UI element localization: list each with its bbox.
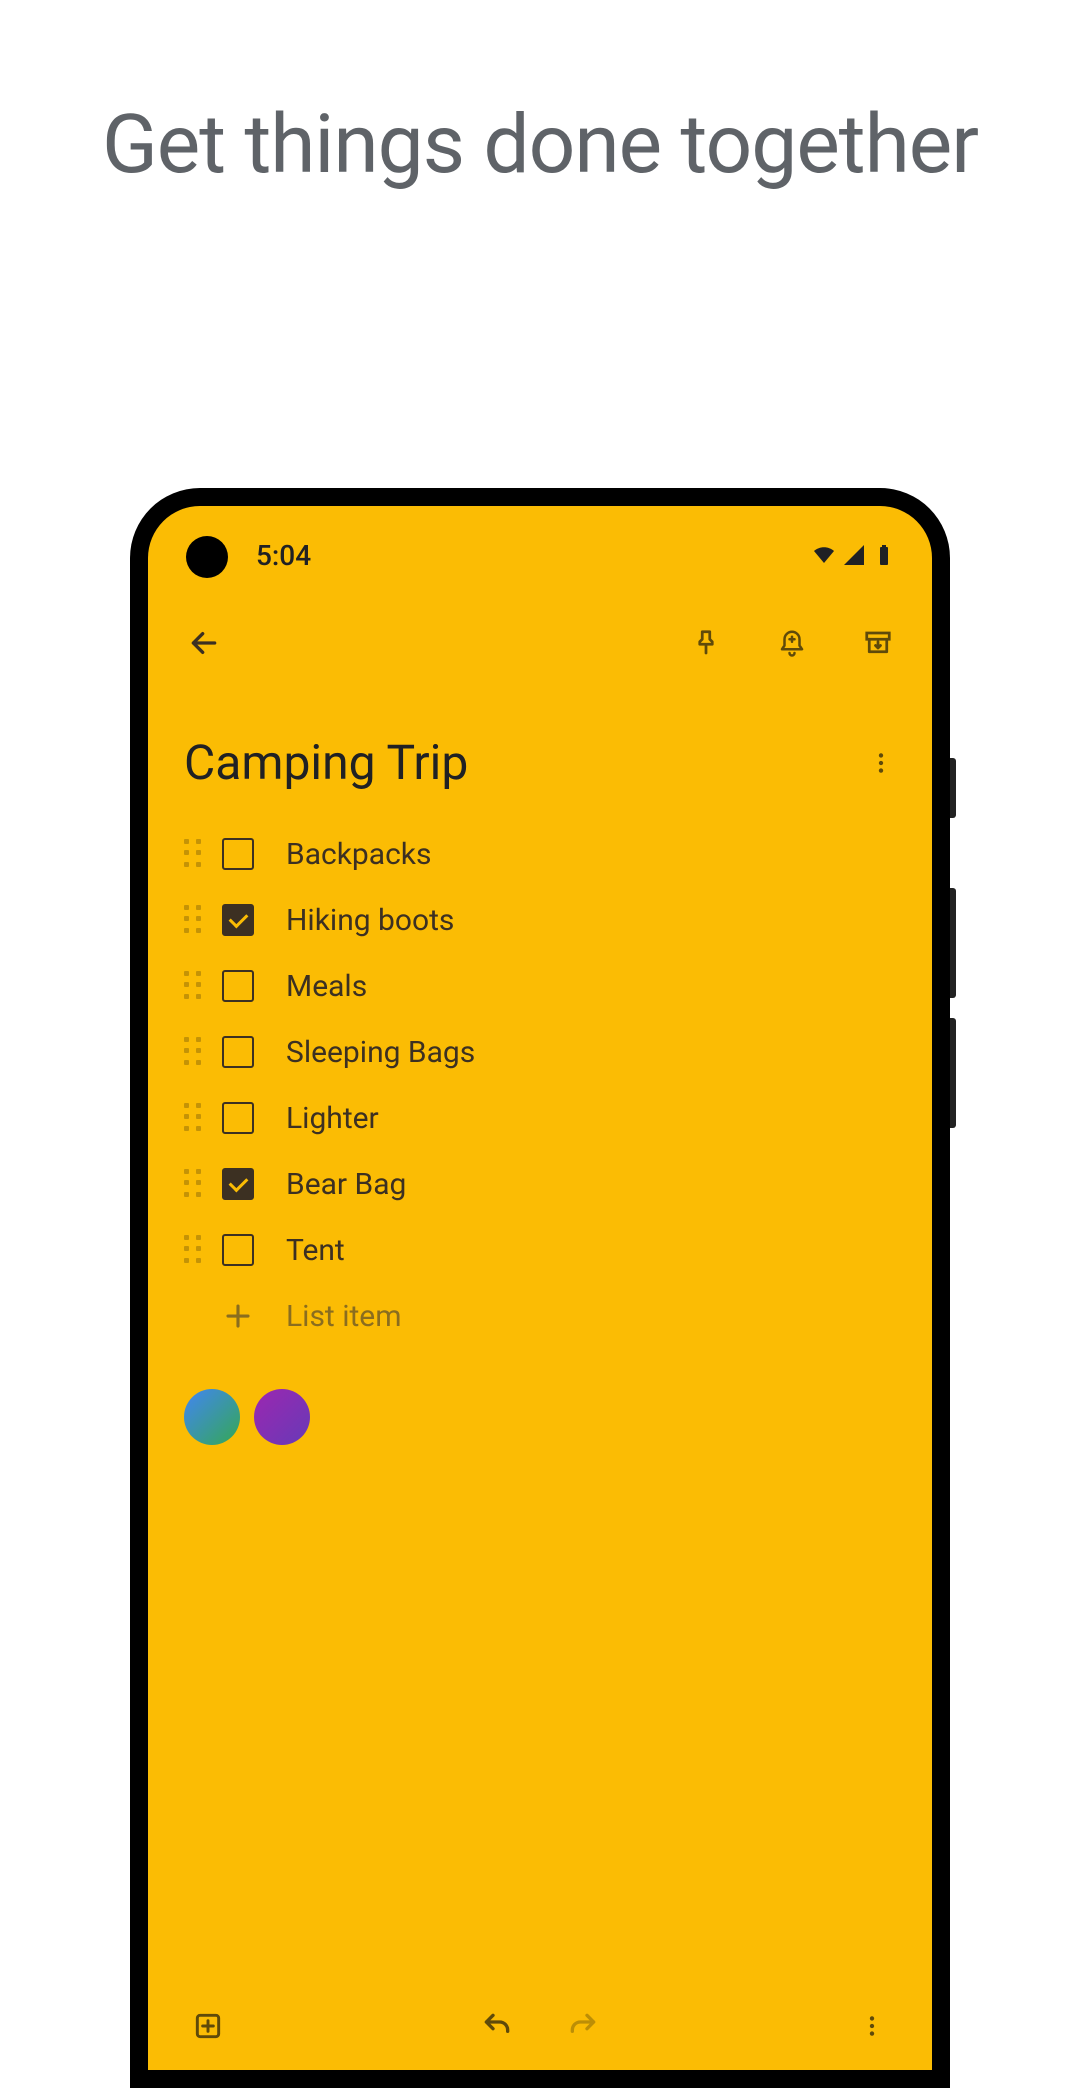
checklist-item[interactable]: Lighter [184,1085,896,1151]
more-options-button[interactable] [854,2008,890,2044]
add-item-row[interactable]: List item [184,1283,896,1349]
add-content-button[interactable] [190,2008,226,2044]
phone-side-button [950,758,956,818]
phone-side-button [950,1018,956,1128]
drag-handle-icon[interactable] [184,1235,204,1265]
camera-hole [186,536,228,578]
note-toolbar [148,574,932,664]
more-vert-icon [859,2013,885,2039]
collaborators[interactable] [148,1349,932,1485]
battery-icon [872,543,896,567]
checkbox[interactable] [222,838,254,870]
status-time: 5:04 [256,539,311,572]
checklist-item[interactable]: Hiking boots [184,887,896,953]
checklist-item[interactable]: Meals [184,953,896,1019]
avatar[interactable] [254,1389,310,1445]
checklist: Backpacks Hiking boots Meals Sleeping Ba… [148,821,932,1349]
archive-icon [863,628,893,658]
phone-side-button [950,888,956,998]
redo-button[interactable] [565,2008,601,2044]
phone-screen: 5:04 [148,506,932,2070]
plus-icon [222,1300,254,1332]
item-label[interactable]: Sleeping Bags [286,1035,475,1070]
signal-icon [842,543,866,567]
add-box-icon [192,2010,224,2042]
more-vert-icon [868,750,894,776]
item-label[interactable]: Lighter [286,1101,379,1136]
checklist-item[interactable]: Bear Bag [184,1151,896,1217]
list-menu-button[interactable] [866,748,896,778]
item-label[interactable]: Bear Bag [286,1167,406,1202]
archive-button[interactable] [860,625,896,661]
pin-button[interactable] [688,625,724,661]
checkbox[interactable] [222,904,254,936]
checkbox[interactable] [222,1036,254,1068]
item-label[interactable]: Meals [286,969,367,1004]
back-button[interactable] [184,623,224,663]
note-title[interactable]: Camping Trip [184,734,468,791]
checklist-item[interactable]: Sleeping Bags [184,1019,896,1085]
status-bar: 5:04 [148,506,932,574]
drag-handle-icon[interactable] [184,971,204,1001]
checkbox[interactable] [222,1234,254,1266]
wifi-icon [812,543,836,567]
drag-handle-icon[interactable] [184,1037,204,1067]
item-label[interactable]: Backpacks [286,837,431,872]
drag-handle-icon[interactable] [184,1169,204,1199]
pin-icon [691,628,721,658]
undo-button[interactable] [479,2008,515,2044]
phone-frame: 5:04 [130,488,950,2088]
promo-headline: Get things done together [0,0,1080,190]
checklist-item[interactable]: Backpacks [184,821,896,887]
add-item-placeholder: List item [286,1299,402,1334]
drag-handle-icon[interactable] [184,905,204,935]
bell-plus-icon [777,628,807,658]
reminder-button[interactable] [774,625,810,661]
bottom-bar [148,1982,932,2070]
drag-handle-icon[interactable] [184,839,204,869]
undo-icon [481,2010,513,2042]
arrow-left-icon [188,627,220,659]
status-icons [812,543,896,567]
checkbox[interactable] [222,970,254,1002]
item-label[interactable]: Tent [286,1233,345,1268]
avatar[interactable] [184,1389,240,1445]
drag-handle-icon[interactable] [184,1103,204,1133]
redo-icon [567,2010,599,2042]
checkbox[interactable] [222,1168,254,1200]
title-row: Camping Trip [148,664,932,821]
checklist-item[interactable]: Tent [184,1217,896,1283]
checkbox[interactable] [222,1102,254,1134]
item-label[interactable]: Hiking boots [286,903,454,938]
